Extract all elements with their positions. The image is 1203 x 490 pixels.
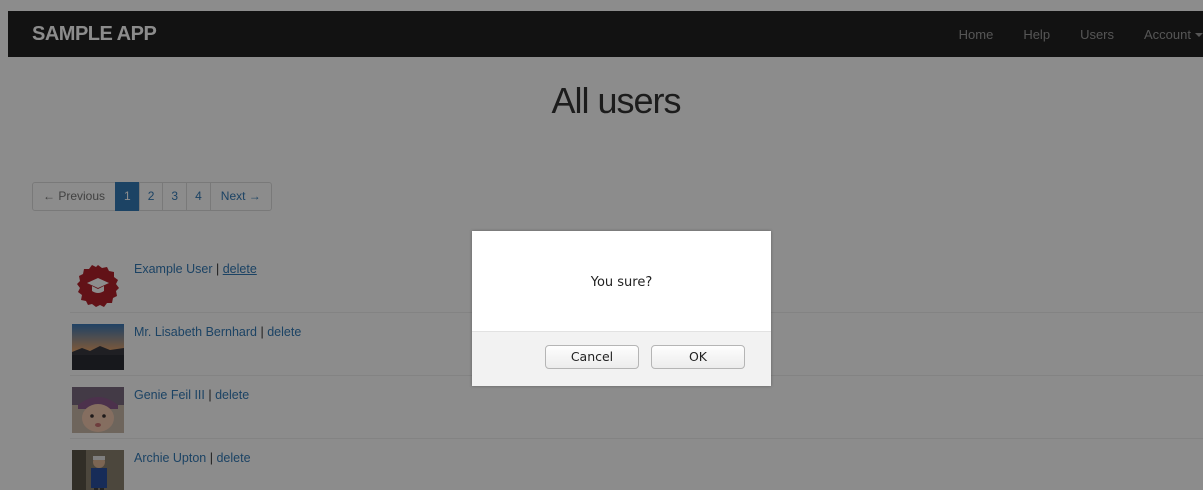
page: SAMPLE APP Home Help Users Account All u… — [0, 0, 1203, 490]
ok-button[interactable]: OK — [651, 345, 745, 369]
cancel-button[interactable]: Cancel — [545, 345, 639, 369]
dialog-footer: Cancel OK — [472, 331, 771, 386]
confirm-dialog: You sure? Cancel OK — [472, 231, 771, 386]
dialog-message: You sure? — [590, 275, 653, 290]
